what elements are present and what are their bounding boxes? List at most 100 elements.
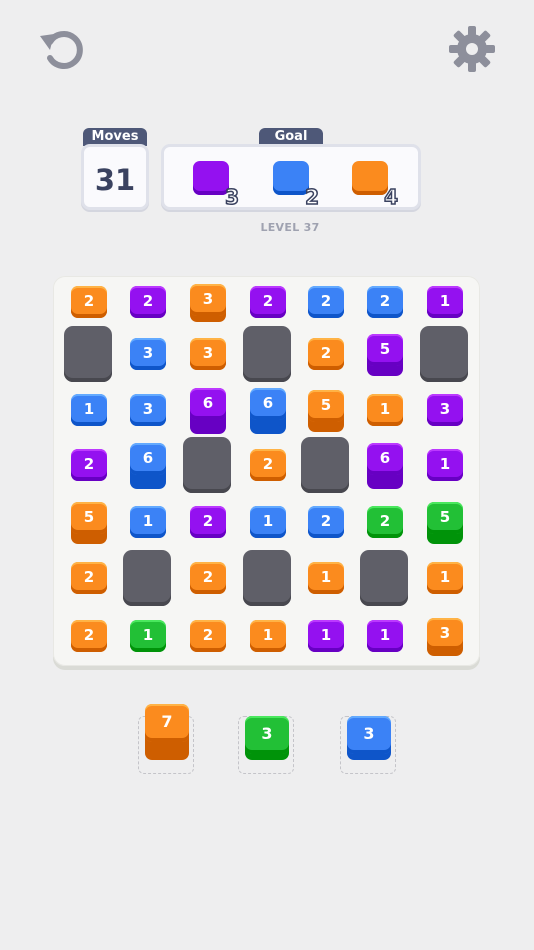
tile-top: 1 (308, 620, 344, 652)
tile-stack-green[interactable]: 2 (367, 506, 403, 541)
tile-stack-orange[interactable]: 3 (190, 338, 226, 373)
tile-stack-purple[interactable]: 1 (308, 620, 344, 655)
tile-stack-purple[interactable]: 2 (71, 449, 107, 484)
tile-top: 1 (367, 394, 403, 426)
stone-face (64, 326, 112, 382)
tile-stack-purple[interactable]: 2 (190, 506, 226, 541)
tile-stack-green[interactable]: 5 (427, 502, 463, 545)
stone-block[interactable] (243, 550, 293, 606)
tile-stack-blue[interactable]: 2 (367, 286, 403, 321)
tile-stack-blue[interactable]: 6 (130, 443, 166, 490)
tile-top: 1 (427, 562, 463, 594)
tile-top: 3 (190, 284, 226, 316)
tray-tile-top: 3 (347, 716, 391, 754)
tile-top: 2 (250, 449, 286, 481)
tile-stack-blue[interactable]: 3 (130, 394, 166, 429)
tile-stack-green[interactable]: 1 (130, 620, 166, 655)
tile-top: 3 (190, 338, 226, 370)
tile-stack-orange[interactable]: 1 (250, 620, 286, 655)
tile-top: 1 (367, 620, 403, 652)
level-label: LEVEL 37 (260, 221, 320, 234)
tile-top: 2 (190, 506, 226, 538)
tile-stack-orange[interactable]: 2 (250, 449, 286, 484)
tile-top: 5 (71, 502, 107, 534)
stone-face (243, 326, 291, 382)
tile-stack-purple[interactable]: 1 (427, 286, 463, 321)
tile-top: 3 (427, 618, 463, 650)
tile-top: 3 (427, 394, 463, 426)
tile-top: 2 (367, 506, 403, 538)
stone-block[interactable] (301, 437, 351, 493)
goal-item-orange: 4 (352, 161, 399, 210)
tile-stack-orange[interactable]: 2 (190, 620, 226, 655)
tile-stack-orange[interactable]: 2 (71, 620, 107, 655)
tile-stack-orange[interactable]: 5 (308, 390, 344, 433)
tile-stack-orange[interactable]: 1 (367, 394, 403, 429)
tile-stack-purple[interactable]: 6 (367, 443, 403, 490)
tile-stack-orange[interactable]: 1 (308, 562, 344, 597)
tile-top: 2 (250, 286, 286, 318)
goal-panel: 3 2 4 (161, 144, 421, 210)
tile-stack-blue[interactable]: 1 (71, 394, 107, 429)
tile-stack-purple[interactable]: 2 (250, 286, 286, 321)
stone-block[interactable] (420, 326, 470, 382)
goal-item-blue: 2 (273, 161, 320, 210)
gear-icon[interactable] (447, 24, 497, 74)
tile-top: 3 (130, 394, 166, 426)
tray-slot[interactable]: 3 (238, 716, 294, 774)
tile-top: 5 (427, 502, 463, 534)
stone-face (183, 437, 231, 493)
tile-stack-blue[interactable]: 2 (308, 506, 344, 541)
tile-stack-blue[interactable]: 2 (308, 286, 344, 321)
tray-slot[interactable]: 3 (340, 716, 396, 774)
game-board: 2232221332513665132626151212252211212111… (53, 276, 480, 666)
tray-tile-top: 3 (245, 716, 289, 754)
tray-slot[interactable]: 7 (138, 704, 194, 774)
tile-stack-purple[interactable]: 1 (367, 620, 403, 655)
tile-top: 2 (367, 286, 403, 318)
stone-face (360, 550, 408, 606)
tile-stack-blue[interactable]: 3 (130, 338, 166, 373)
stone-block[interactable] (123, 550, 173, 606)
undo-icon[interactable] (36, 24, 86, 74)
tile-stack-orange[interactable]: 5 (71, 502, 107, 545)
tile-stack-blue[interactable]: 6 (250, 388, 286, 435)
moves-panel: 31 (81, 144, 149, 210)
tray-stack-orange[interactable]: 7 (145, 704, 189, 760)
stone-face (243, 550, 291, 606)
goal-count: 2 (304, 184, 319, 210)
tile-stack-purple[interactable]: 5 (367, 334, 403, 377)
tile-stack-orange[interactable]: 3 (190, 284, 226, 323)
stone-block[interactable] (183, 437, 233, 493)
tile-top: 5 (308, 390, 344, 422)
tile-stack-orange[interactable]: 2 (71, 286, 107, 321)
tile-top: 2 (71, 620, 107, 652)
tile-top: 2 (130, 286, 166, 318)
tile-stack-purple[interactable]: 1 (427, 449, 463, 484)
tile-stack-orange[interactable]: 2 (190, 562, 226, 597)
tile-stack-purple[interactable]: 3 (427, 394, 463, 429)
tray-stack-green[interactable]: 3 (245, 716, 289, 760)
tile-top: 1 (130, 506, 166, 538)
stone-block[interactable] (243, 326, 293, 382)
tile-top: 1 (71, 394, 107, 426)
goal-count: 3 (224, 184, 239, 210)
tile-stack-purple[interactable]: 2 (130, 286, 166, 321)
tile-stack-orange[interactable]: 1 (427, 562, 463, 597)
tile-top: 2 (71, 286, 107, 318)
stone-block[interactable] (64, 326, 114, 382)
tile-stack-blue[interactable]: 1 (250, 506, 286, 541)
tile-top: 6 (190, 388, 226, 420)
tile-stack-orange[interactable]: 2 (308, 338, 344, 373)
goal-purple-square (193, 161, 229, 195)
tile-stack-orange[interactable]: 2 (71, 562, 107, 597)
tile-stack-purple[interactable]: 6 (190, 388, 226, 435)
stone-block[interactable] (360, 550, 410, 606)
tray-stack-blue[interactable]: 3 (347, 716, 391, 760)
tile-stack-orange[interactable]: 3 (427, 618, 463, 657)
tile-top: 2 (308, 286, 344, 318)
moves-value: 31 (94, 163, 136, 197)
tile-top: 2 (71, 449, 107, 481)
tile-top: 2 (71, 562, 107, 594)
tile-stack-blue[interactable]: 1 (130, 506, 166, 541)
